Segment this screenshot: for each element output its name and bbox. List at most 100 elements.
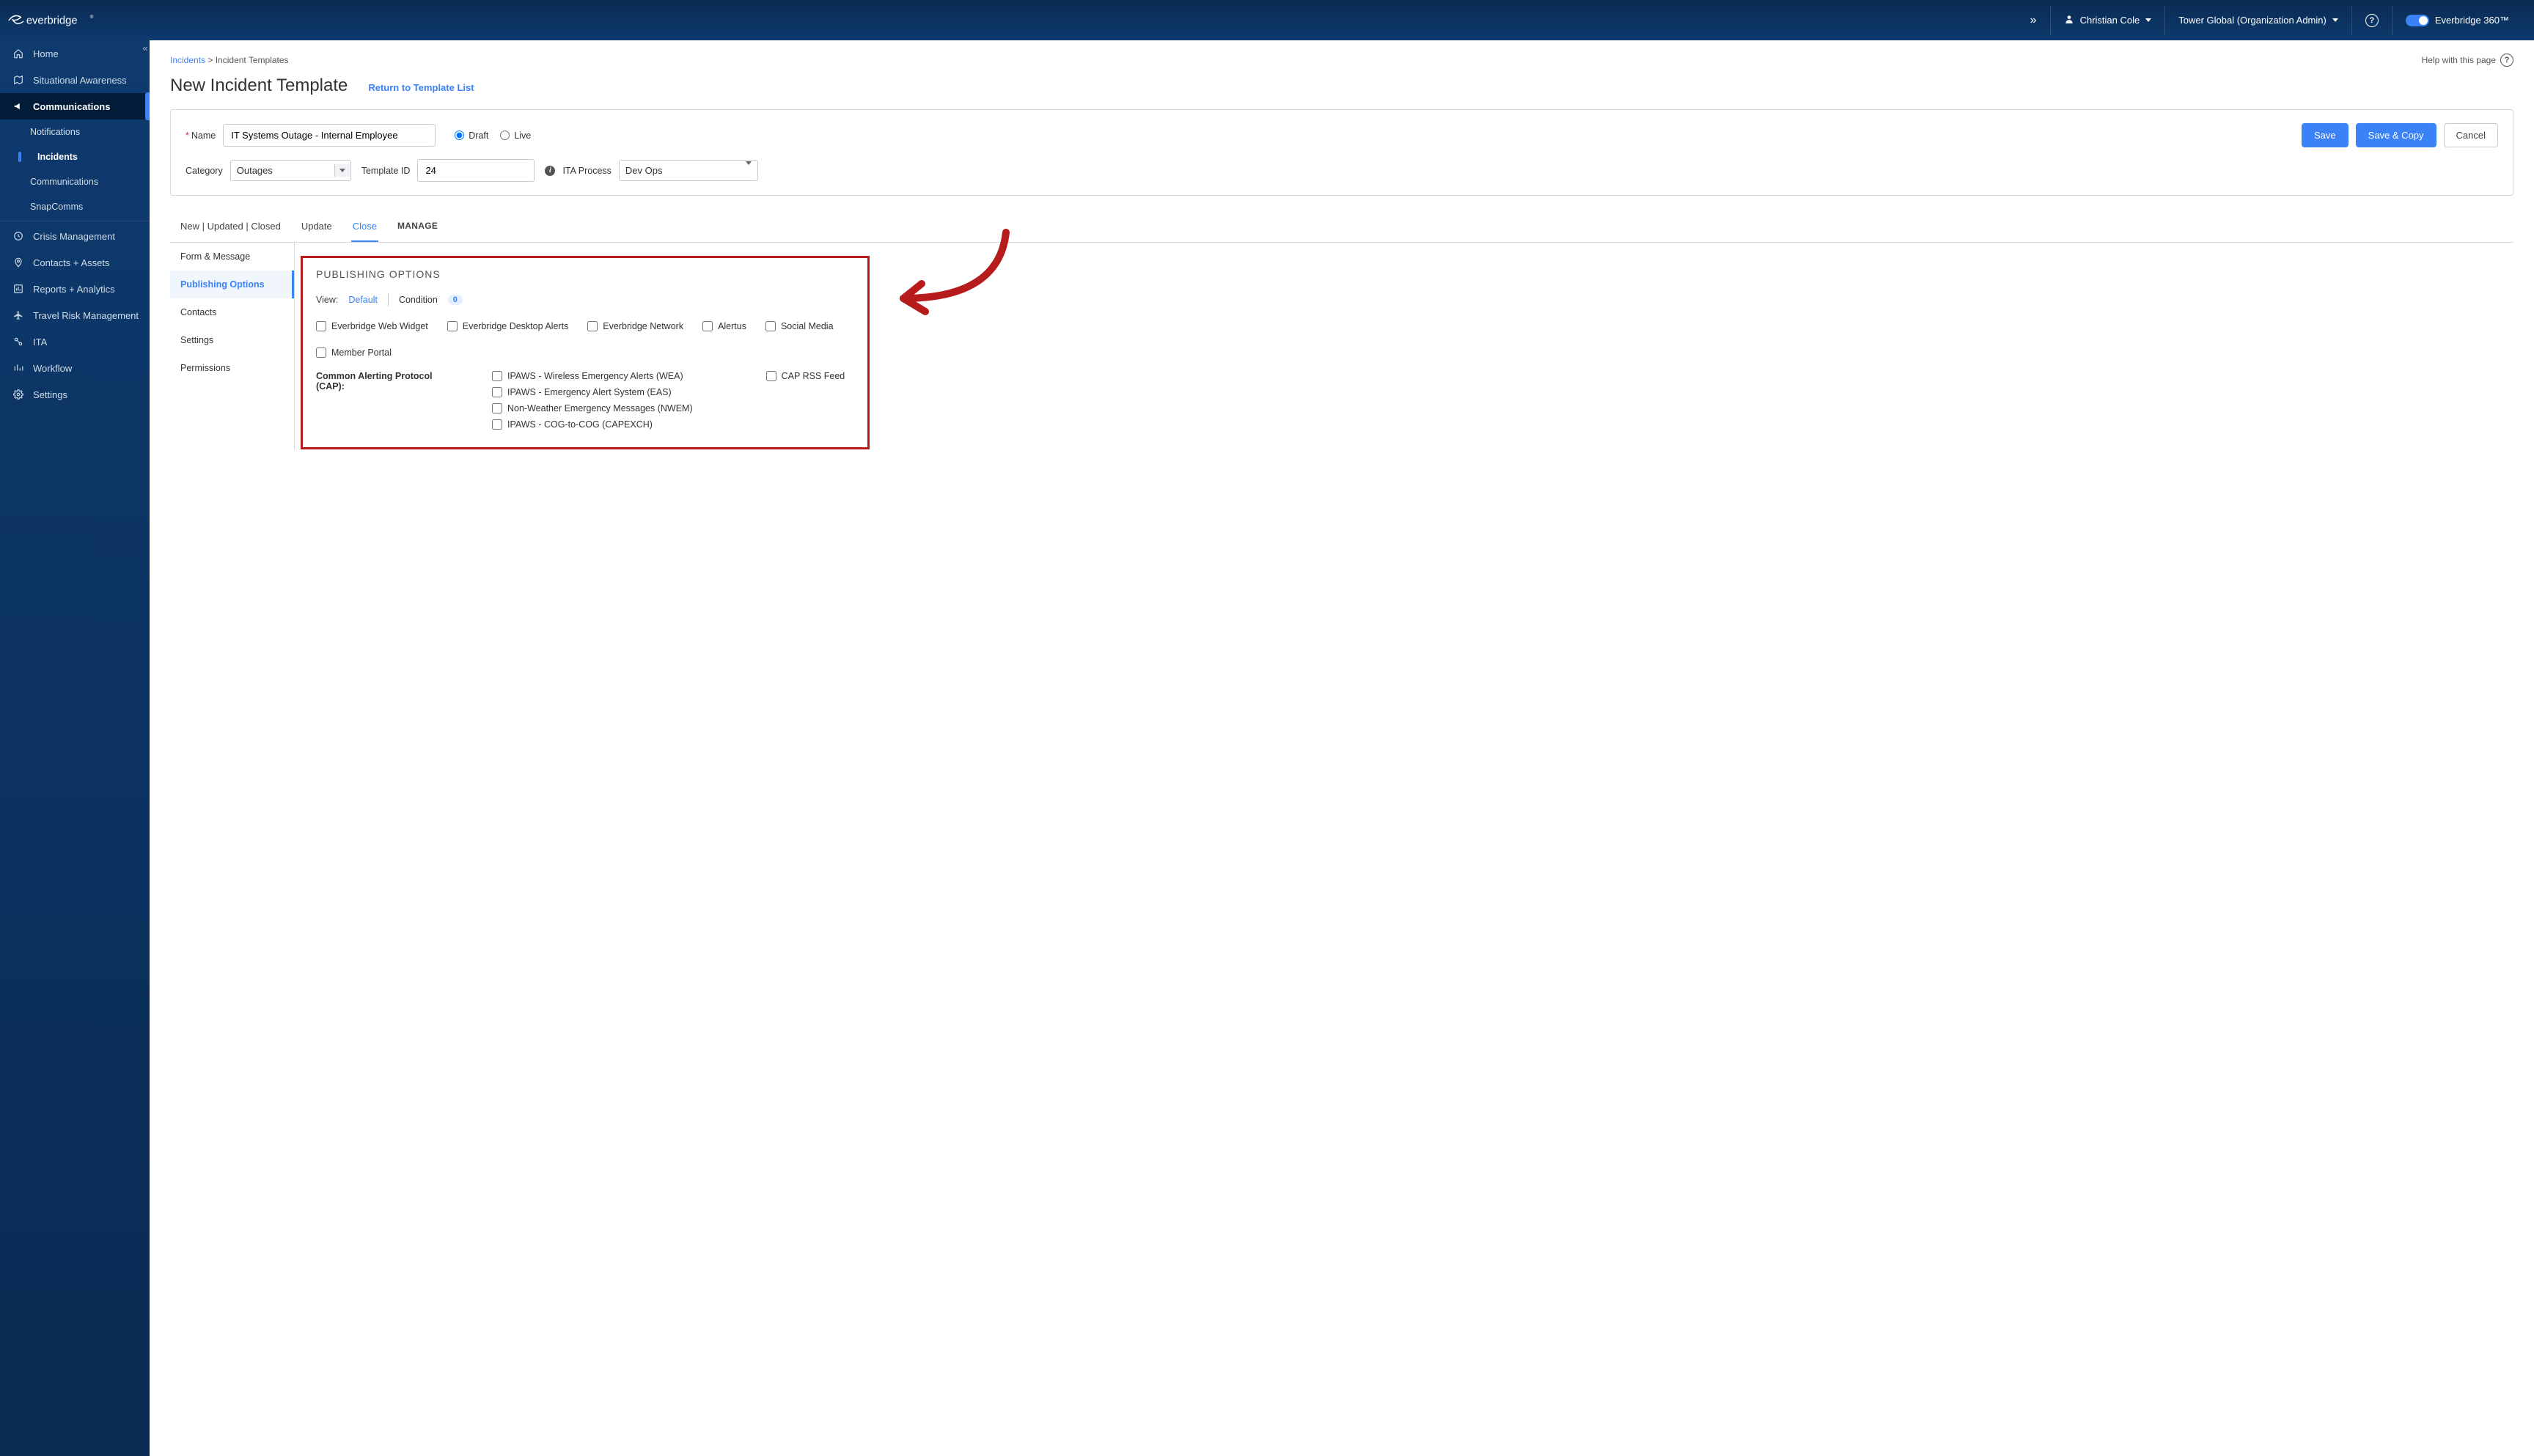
- link-icon: [12, 336, 24, 348]
- sidebar-item-reports[interactable]: Reports + Analytics: [0, 276, 150, 302]
- ita-label: ITA Process: [562, 166, 611, 176]
- tab-manage[interactable]: MANAGE: [396, 212, 439, 242]
- chart-icon: [12, 283, 24, 295]
- breadcrumb: Incidents > Incident Templates Help with…: [170, 54, 2513, 67]
- sidebar-item-incidents[interactable]: Incidents: [0, 144, 150, 169]
- check-desktop-alerts[interactable]: Everbridge Desktop Alerts: [447, 321, 569, 331]
- draft-radio[interactable]: Draft: [455, 130, 488, 141]
- sidebar-item-label: Contacts + Assets: [33, 257, 109, 268]
- live-radio[interactable]: Live: [500, 130, 531, 141]
- sidebar-item-snapcomms[interactable]: SnapComms: [0, 194, 150, 219]
- sidebar-item-label: Home: [33, 48, 59, 59]
- category-label: Category: [186, 166, 223, 176]
- help-icon: ?: [2365, 14, 2379, 27]
- cap-rss[interactable]: CAP RSS Feed: [766, 371, 845, 381]
- name-label: *Name: [186, 130, 216, 141]
- condition-count-badge: 0: [448, 295, 463, 305]
- sidebar-item-ita[interactable]: ITA: [0, 328, 150, 355]
- brand-label: Everbridge 360™: [2435, 15, 2509, 26]
- brand-toggle[interactable]: Everbridge 360™: [2392, 6, 2522, 35]
- category-select[interactable]: Outages: [230, 160, 351, 181]
- leftnav-permissions[interactable]: Permissions: [170, 354, 294, 382]
- breadcrumb-leaf: Incident Templates: [216, 55, 289, 65]
- help-page-link[interactable]: Help with this page ?: [2422, 54, 2513, 67]
- sidebar-item-contacts[interactable]: Contacts + Assets: [0, 249, 150, 276]
- cap-nwem[interactable]: Non-Weather Emergency Messages (NWEM): [492, 403, 693, 413]
- sidebar-item-communications[interactable]: Communications: [0, 93, 150, 120]
- sidebar-item-crisis[interactable]: Crisis Management: [0, 223, 150, 249]
- breadcrumb-root[interactable]: Incidents: [170, 55, 205, 65]
- check-member-portal[interactable]: Member Portal: [316, 348, 392, 358]
- ita-value: Dev Ops: [625, 165, 663, 176]
- view-condition[interactable]: Condition: [399, 295, 438, 305]
- tabs: New | Updated | Closed Update Close MANA…: [170, 212, 2513, 243]
- sidebar-item-notifications[interactable]: Notifications: [0, 120, 150, 144]
- ita-select[interactable]: Dev Ops: [619, 160, 758, 181]
- sidebar-item-workflow[interactable]: Workflow: [0, 355, 150, 381]
- cap-wea[interactable]: IPAWS - Wireless Emergency Alerts (WEA): [492, 371, 693, 381]
- left-nav: Form & Message Publishing Options Contac…: [170, 243, 295, 449]
- caret-down-icon: [2332, 18, 2338, 22]
- top-bar: everbridge ® » Christian Cole Tower Glob…: [0, 0, 2534, 40]
- template-id-input[interactable]: [417, 159, 535, 182]
- svg-text:®: ®: [90, 14, 94, 20]
- sidebar-collapse-button[interactable]: «: [136, 39, 154, 56]
- org-name: Tower Global (Organization Admin): [2178, 15, 2326, 26]
- toggle-switch-icon: [2406, 15, 2429, 26]
- sidebar-item-label: Workflow: [33, 363, 72, 374]
- publishing-heading: PUBLISHING OPTIONS: [316, 268, 854, 280]
- check-alertus[interactable]: Alertus: [702, 321, 746, 331]
- tab-update[interactable]: Update: [300, 212, 334, 242]
- cap-capexch[interactable]: IPAWS - COG-to-COG (CAPEXCH): [492, 419, 693, 430]
- org-menu[interactable]: Tower Global (Organization Admin): [2164, 6, 2351, 35]
- check-web-widget[interactable]: Everbridge Web Widget: [316, 321, 428, 331]
- category-value: Outages: [237, 165, 273, 176]
- pin-icon: [12, 257, 24, 268]
- help-button[interactable]: ?: [2351, 6, 2392, 35]
- sidebar-item-label: Crisis Management: [33, 231, 115, 242]
- tab-new-updated-closed[interactable]: New | Updated | Closed: [179, 212, 282, 242]
- caret-down-icon: [334, 164, 350, 177]
- sidebar-item-travel[interactable]: Travel Risk Management: [0, 302, 150, 328]
- user-menu[interactable]: Christian Cole: [2050, 6, 2165, 35]
- cancel-button[interactable]: Cancel: [2444, 123, 2498, 147]
- leftnav-form-message[interactable]: Form & Message: [170, 243, 294, 271]
- map-icon: [12, 74, 24, 86]
- check-social[interactable]: Social Media: [765, 321, 834, 331]
- cap-label: Common Alerting Protocol (CAP):: [316, 371, 463, 430]
- return-link[interactable]: Return to Template List: [368, 82, 474, 93]
- sidebar-item-label: Reports + Analytics: [33, 284, 115, 295]
- chevron-left-double-icon: «: [142, 43, 147, 54]
- highlight-annotation: PUBLISHING OPTIONS View: Default Conditi…: [301, 256, 870, 449]
- chevron-right-double-icon: »: [2030, 14, 2037, 27]
- sidebar-item-label: Situational Awareness: [33, 75, 127, 86]
- user-name: Christian Cole: [2080, 15, 2140, 26]
- sidebar-item-label: Communications: [30, 177, 98, 187]
- sidebar: « Home Situational Awareness Communicati…: [0, 40, 150, 1456]
- page-title: New Incident Template: [170, 76, 348, 96]
- everbridge-logo-icon: everbridge ®: [7, 12, 102, 29]
- cap-eas[interactable]: IPAWS - Emergency Alert System (EAS): [492, 387, 693, 397]
- check-network[interactable]: Everbridge Network: [587, 321, 683, 331]
- leftnav-settings[interactable]: Settings: [170, 326, 294, 354]
- name-input[interactable]: [223, 124, 436, 147]
- save-copy-button[interactable]: Save & Copy: [2356, 123, 2436, 147]
- tab-close[interactable]: Close: [351, 212, 378, 242]
- expand-button[interactable]: »: [2017, 6, 2050, 35]
- megaphone-icon: [12, 100, 24, 112]
- sidebar-item-communications-sub[interactable]: Communications: [0, 169, 150, 194]
- save-button[interactable]: Save: [2302, 123, 2348, 147]
- sidebar-item-settings[interactable]: Settings: [0, 381, 150, 408]
- view-default[interactable]: Default: [348, 295, 378, 305]
- gear-icon: [12, 389, 24, 400]
- leftnav-publishing[interactable]: Publishing Options: [170, 271, 294, 298]
- info-icon[interactable]: i: [545, 166, 555, 176]
- sidebar-item-home[interactable]: Home: [0, 40, 150, 67]
- leftnav-contacts[interactable]: Contacts: [170, 298, 294, 326]
- help-page-label: Help with this page: [2422, 55, 2496, 65]
- view-label: View:: [316, 295, 338, 305]
- plane-icon: [12, 309, 24, 321]
- sidebar-item-label: Notifications: [30, 127, 80, 137]
- caret-down-icon: [746, 165, 752, 176]
- sidebar-item-situational[interactable]: Situational Awareness: [0, 67, 150, 93]
